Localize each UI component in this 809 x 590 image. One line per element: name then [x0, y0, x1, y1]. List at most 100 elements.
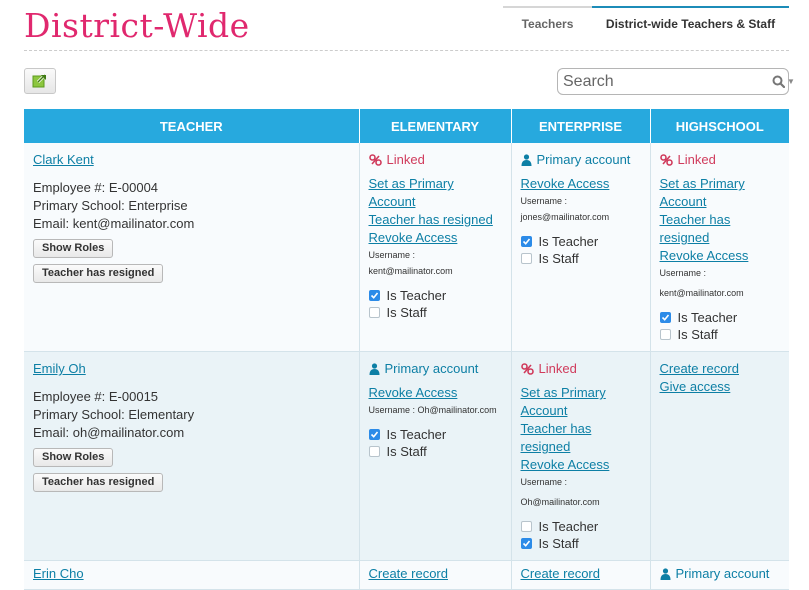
- teacher-resigned-button[interactable]: Teacher has resigned: [33, 264, 164, 283]
- elementary-cell: Create record: [359, 560, 512, 590]
- chevron-down-icon: ▼: [787, 77, 795, 86]
- search-box: ▼: [557, 68, 795, 95]
- checkbox-unchecked[interactable]: [368, 307, 380, 318]
- view-tabs: Teachers District-wide Teachers & Staff: [503, 6, 789, 40]
- checkbox-label: Is Teacher: [538, 234, 599, 249]
- revoke-access-link[interactable]: Revoke Access: [521, 175, 641, 193]
- create-record-link[interactable]: Create record: [660, 360, 781, 378]
- checkbox-label: Is Teacher: [538, 519, 599, 534]
- teacher-cell: Emily Oh Employee #: E-00015 Primary Sch…: [24, 351, 360, 561]
- link-icon: [520, 363, 534, 375]
- search-input[interactable]: [558, 69, 772, 94]
- check-icon: [522, 238, 530, 245]
- column-header-enterprise: ENTERPRISE: [511, 109, 651, 143]
- checkbox-checked[interactable]: [368, 290, 380, 301]
- tab-district-wide-teachers-staff[interactable]: District-wide Teachers & Staff: [592, 6, 789, 40]
- search-options-button[interactable]: ▼: [772, 75, 801, 88]
- primary-school: Primary School: Elementary: [33, 407, 195, 422]
- teachers-table: TEACHER ELEMENTARY ENTERPRISE HIGHSCHOOL…: [24, 109, 789, 590]
- status-label: Linked: [386, 152, 425, 167]
- checkbox-unchecked[interactable]: [659, 329, 671, 340]
- checkbox-unchecked[interactable]: [368, 446, 380, 457]
- primary-account-status: Primary account: [521, 151, 641, 169]
- checkbox-unchecked[interactable]: [520, 253, 532, 264]
- checkbox-label: Is Teacher: [677, 310, 738, 325]
- elementary-cell: Primary account Revoke Access Username :…: [359, 351, 512, 561]
- status-label: Linked: [538, 361, 577, 376]
- username-text: Username : kent@mailinator.com: [368, 250, 453, 276]
- username-value: Oh@mailinator.com: [520, 497, 600, 507]
- employee-number: Employee #: E-00015: [33, 389, 159, 404]
- revoke-access-link[interactable]: Revoke Access: [369, 384, 502, 402]
- checkbox-label: Is Teacher: [386, 427, 447, 442]
- check-icon: [661, 314, 669, 321]
- teacher-resigned-link[interactable]: Teacher has resigned: [369, 211, 502, 229]
- checkbox-label: Is Staff: [386, 305, 427, 320]
- column-header-highschool: HIGHSCHOOL: [650, 109, 789, 143]
- create-record-link[interactable]: Create record: [521, 565, 641, 583]
- checkbox-checked[interactable]: [520, 538, 532, 549]
- user-icon: [369, 363, 379, 375]
- set-primary-account-link[interactable]: Set as Primary Account: [369, 175, 502, 211]
- set-primary-account-link[interactable]: Set as Primary Account: [660, 175, 781, 211]
- create-record-link[interactable]: Create record: [369, 565, 502, 583]
- checkbox-unchecked[interactable]: [520, 521, 532, 532]
- is-staff-checkbox[interactable]: Is Staff: [368, 304, 502, 321]
- revoke-access-link[interactable]: Revoke Access: [521, 456, 641, 474]
- checkbox-label: Is Teacher: [386, 288, 447, 303]
- set-primary-account-link[interactable]: Set as Primary Account: [521, 384, 641, 420]
- linked-status: Linked: [368, 151, 502, 169]
- search-icon: [772, 75, 785, 88]
- show-roles-button[interactable]: Show Roles: [33, 239, 114, 258]
- primary-account-status: Primary account: [369, 360, 502, 378]
- revoke-access-link[interactable]: Revoke Access: [660, 247, 781, 265]
- enterprise-cell: Create record: [511, 560, 651, 590]
- is-staff-checkbox[interactable]: Is Staff: [520, 250, 641, 267]
- is-teacher-checkbox[interactable]: Is Teacher: [659, 309, 781, 326]
- teacher-name-link[interactable]: Erin Cho: [33, 565, 84, 583]
- user-icon: [521, 154, 531, 166]
- username-label: Username :: [520, 477, 568, 487]
- table-row: Clark Kent Employee #: E-00004 Primary S…: [24, 143, 789, 352]
- is-staff-checkbox[interactable]: Is Staff: [659, 326, 781, 343]
- check-icon: [370, 292, 378, 299]
- teacher-resigned-link[interactable]: Teacher has resigned: [660, 211, 781, 247]
- is-teacher-checkbox[interactable]: Is Teacher: [368, 426, 502, 443]
- table-header-row: TEACHER ELEMENTARY ENTERPRISE HIGHSCHOOL: [24, 109, 789, 143]
- enterprise-cell: Primary account Revoke Access Username :…: [511, 143, 651, 352]
- show-roles-button[interactable]: Show Roles: [33, 448, 114, 467]
- checkbox-label: Is Staff: [538, 536, 579, 551]
- linked-status: Linked: [520, 360, 641, 378]
- revoke-access-link[interactable]: Revoke Access: [369, 229, 502, 247]
- highschool-cell: Linked Set as Primary Account Teacher ha…: [650, 143, 789, 352]
- is-teacher-checkbox[interactable]: Is Teacher: [520, 233, 641, 250]
- link-icon: [659, 154, 673, 166]
- give-access-link[interactable]: Give access: [660, 378, 781, 396]
- is-staff-checkbox[interactable]: Is Staff: [368, 443, 502, 460]
- export-button[interactable]: [24, 68, 56, 94]
- teacher-resigned-link[interactable]: Teacher has resigned: [521, 420, 641, 456]
- external-link-icon: [32, 73, 47, 88]
- is-teacher-checkbox[interactable]: Is Teacher: [520, 518, 641, 535]
- teacher-name-link[interactable]: Emily Oh: [33, 360, 86, 378]
- checkbox-checked[interactable]: [520, 236, 532, 247]
- header-divider: [24, 50, 789, 51]
- table-row: Erin Cho Create record Create record Pri…: [24, 560, 789, 590]
- link-icon: [368, 154, 382, 166]
- checkbox-checked[interactable]: [659, 312, 671, 323]
- highschool-cell: Create record Give access: [650, 351, 789, 561]
- username-label: Username :: [520, 196, 568, 206]
- tab-teachers[interactable]: Teachers: [503, 6, 592, 40]
- status-label: Primary account: [536, 152, 631, 167]
- teacher-cell: Erin Cho: [24, 560, 360, 590]
- elementary-cell: Linked Set as Primary Account Teacher ha…: [359, 143, 512, 352]
- teacher-resigned-button[interactable]: Teacher has resigned: [33, 473, 164, 492]
- status-label: Linked: [677, 152, 716, 167]
- is-teacher-checkbox[interactable]: Is Teacher: [368, 287, 502, 304]
- username-value: kent@mailinator.com: [659, 288, 744, 298]
- primary-school: Primary School: Enterprise: [33, 198, 188, 213]
- username-label: Username :: [659, 268, 707, 278]
- is-staff-checkbox[interactable]: Is Staff: [520, 535, 641, 552]
- teacher-name-link[interactable]: Clark Kent: [33, 151, 94, 169]
- checkbox-checked[interactable]: [368, 429, 380, 440]
